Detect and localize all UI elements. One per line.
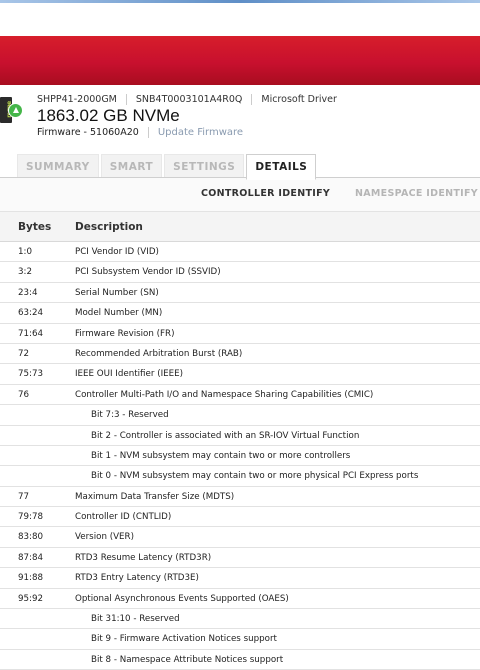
table-row: 3:2 PCI Subsystem Vendor ID (SSVID) [0, 262, 480, 283]
row-description: Version (VER) [75, 532, 134, 543]
row-bytes: 23:4 [18, 287, 38, 298]
row-description: Bit 9 - Firmware Activation Notices supp… [91, 634, 277, 645]
row-bytes: 63:24 [18, 308, 44, 319]
row-description: Optional Asynchronous Events Supported (… [75, 593, 289, 604]
row-description: Firmware Revision (FR) [75, 328, 175, 339]
tab-details[interactable]: DETAILS [246, 154, 317, 180]
row-bytes: 83:80 [18, 532, 44, 543]
divider [147, 127, 149, 138]
table-row: 79:78 Controller ID (CNTLID) [0, 507, 480, 528]
identify-table-body: 1:0 PCI Vendor ID (VID) 3:2 PCI Subsystem V… [0, 242, 480, 670]
table-row: 95:92 Optional Asynchronous Events Suppor… [0, 588, 480, 610]
firmware-line: Firmware - 51060A20 Update Firmware [37, 127, 243, 138]
identify-subtabs: CONTROLLER IDENTIFY NAMESPACE IDENTIFY [0, 178, 480, 212]
table-row: Bit 0 - NVM subsystem may contain two or… [0, 466, 480, 487]
table-row: 76 Controller Multi-Path I/O and Namespac… [0, 384, 480, 406]
row-bytes: 87:84 [18, 552, 44, 563]
table-header: Bytes Description [0, 212, 480, 242]
row-description: Bit 2 - Controller is associated with an… [91, 430, 360, 441]
row-description: Bit 31:10 - Reserved [91, 614, 180, 625]
table-row: Bit 7:3 - Reserved [0, 405, 480, 426]
table-row: 77 Maximum Data Transfer Size (MDTS) [0, 486, 480, 508]
table-row: 63:24 Model Number (MN) [0, 303, 480, 324]
row-description: Bit 7:3 - Reserved [91, 410, 169, 421]
row-bytes: 3:2 [18, 267, 32, 278]
row-bytes: 1:0 [18, 247, 32, 257]
row-description: Bit 8 - Namespace Attribute Notices supp… [91, 654, 284, 665]
update-firmware-link[interactable]: Update Firmware [158, 127, 243, 138]
tab-settings[interactable]: SETTINGS [164, 154, 245, 179]
subtab-controller-identify[interactable]: CONTROLLER IDENTIFY [201, 188, 330, 199]
column-header-bytes: Bytes [18, 221, 52, 233]
row-description: RTD3 Entry Latency (RTD3E) [75, 573, 199, 584]
model-number: SHPP41-2000GM [37, 94, 117, 105]
row-description: IEEE OUI Identifier (IEEE) [75, 369, 184, 380]
row-description: PCI Subsystem Vendor ID (SSVID) [75, 267, 221, 278]
health-ok-icon [8, 103, 23, 118]
nvme-drive-icon: nvme [0, 97, 23, 125]
table-row: Bit 9 - Firmware Activation Notices supp… [0, 629, 480, 650]
row-description: PCI Vendor ID (VID) [75, 247, 159, 257]
row-bytes: 75:73 [18, 369, 44, 380]
serial-number: SNB4T0003101A4R0Q [135, 94, 243, 105]
table-row: 87:84 RTD3 Resume Latency (RTD3R) [0, 547, 480, 569]
row-description: RTD3 Resume Latency (RTD3R) [75, 552, 212, 563]
row-bytes: 72 [18, 348, 30, 359]
table-row: 1:0 PCI Vendor ID (VID) [0, 242, 480, 263]
row-description: Controller Multi-Path I/O and Namespace … [75, 389, 374, 400]
firmware-version: Firmware - 51060A20 [37, 127, 139, 138]
row-description: Recommended Arbitration Burst (RAB) [75, 348, 243, 359]
subtab-namespace-identify[interactable]: NAMESPACE IDENTIFY [355, 188, 478, 199]
drive-capacity: 1863.02 GB NVMe [37, 106, 180, 125]
table-row: 75:73 IEEE OUI Identifier (IEEE) [0, 364, 480, 385]
row-description: Maximum Data Transfer Size (MDTS) [75, 491, 235, 502]
table-row: 71:64 Firmware Revision (FR) [0, 323, 480, 344]
table-row: Bit 8 - Namespace Attribute Notices supp… [0, 649, 480, 670]
table-row: Bit 1 - NVM subsystem may contain two or… [0, 445, 480, 467]
tab-smart[interactable]: SMART [100, 154, 163, 179]
main-tabs: SUMMARY SMART SETTINGS DETAILS [17, 154, 318, 180]
row-bytes: 91:88 [18, 573, 44, 584]
row-description: Model Number (MN) [75, 308, 163, 319]
driver-name: Microsoft Driver [261, 94, 337, 105]
row-bytes: 79:78 [18, 512, 44, 523]
table-row: 91:88 RTD3 Entry Latency (RTD3E) [0, 568, 480, 589]
row-bytes: 71:64 [18, 328, 44, 339]
row-description: Bit 1 - NVM subsystem may contain two or… [91, 450, 351, 461]
details-panel: CONTROLLER IDENTIFY NAMESPACE IDENTIFY B… [0, 177, 480, 670]
column-header-description: Description [75, 221, 143, 233]
divider [251, 94, 253, 105]
row-bytes: 77 [18, 491, 30, 502]
row-description: Controller ID (CNTLID) [75, 512, 172, 523]
table-row: 72 Recommended Arbitration Burst (RAB) [0, 343, 480, 365]
divider [125, 94, 127, 105]
table-row: Bit 31:10 - Reserved [0, 609, 480, 630]
row-description: Serial Number (SN) [75, 287, 159, 298]
row-description: Bit 0 - NVM subsystem may contain two or… [91, 471, 419, 482]
row-bytes: 76 [18, 389, 30, 400]
tab-summary[interactable]: SUMMARY [17, 154, 99, 179]
table-row: 83:80 Version (VER) [0, 527, 480, 548]
device-identifiers: SHPP41-2000GM SNB4T0003101A4R0Q Microsof… [37, 94, 337, 105]
row-bytes: 95:92 [18, 593, 44, 604]
table-row: Bit 2 - Controller is associated with an… [0, 425, 480, 446]
title-area [0, 3, 480, 36]
app-header-bar [0, 36, 480, 85]
table-row: 23:4 Serial Number (SN) [0, 282, 480, 304]
